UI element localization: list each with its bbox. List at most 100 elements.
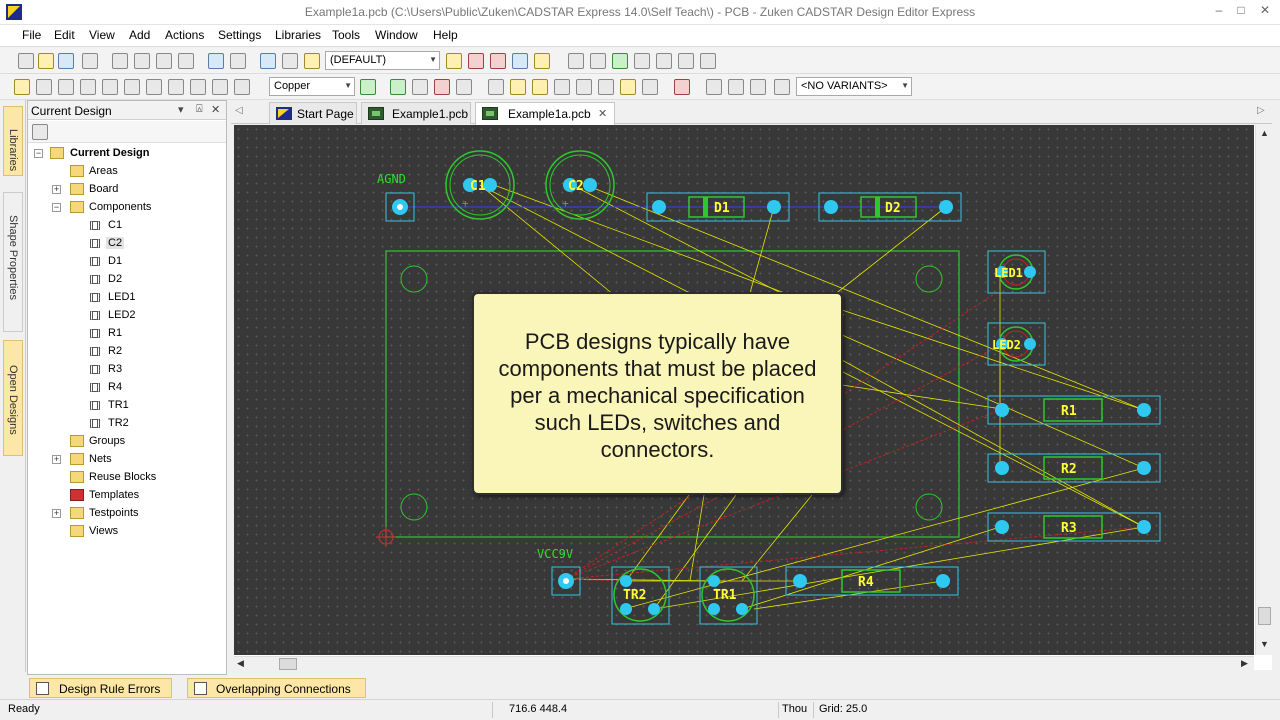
cut-icon[interactable] <box>112 53 128 69</box>
add-via-icon[interactable] <box>456 79 472 95</box>
delete-icon[interactable] <box>178 53 194 69</box>
corner-icon[interactable] <box>146 79 162 95</box>
tab-shape-properties[interactable]: Shape Properties <box>3 192 23 332</box>
add-pad-icon[interactable] <box>434 79 450 95</box>
collapse-icon[interactable]: − <box>34 149 43 158</box>
add-shape-icon[interactable] <box>390 79 406 95</box>
add-connection-icon[interactable] <box>554 79 570 95</box>
collapse-icon[interactable]: − <box>52 203 61 212</box>
vertical-scroll-thumb[interactable] <box>1258 607 1271 625</box>
tab-example1a[interactable]: Example1a.pcb ✕ <box>475 102 615 125</box>
horizontal-scroll-thumb[interactable] <box>279 658 297 670</box>
layers-icon[interactable] <box>446 53 462 69</box>
copper-icon[interactable] <box>360 79 376 95</box>
tab-libraries[interactable]: Libraries <box>3 106 23 176</box>
add-route-icon[interactable] <box>576 79 592 95</box>
scroll-down-icon[interactable]: ▼ <box>1260 639 1269 649</box>
mounting-hole <box>915 265 943 293</box>
align-icon[interactable] <box>168 79 184 95</box>
menu-view[interactable]: View <box>89 28 115 42</box>
tab-close-icon[interactable]: ✕ <box>598 107 607 120</box>
scroll-right-icon[interactable]: ▶ <box>1241 658 1248 669</box>
properties-icon[interactable] <box>32 124 48 140</box>
select-circle-icon[interactable] <box>58 79 74 95</box>
zoom-in-icon[interactable] <box>656 53 672 69</box>
save-icon[interactable] <box>58 53 74 69</box>
undo-icon[interactable] <box>208 53 224 69</box>
paste-icon[interactable] <box>156 53 172 69</box>
variant-manage-icon[interactable] <box>774 79 790 95</box>
refresh-icon[interactable] <box>612 53 628 69</box>
zoom-out-icon[interactable] <box>678 53 694 69</box>
tab-overlapping-connections[interactable]: Overlapping Connections <box>187 678 366 698</box>
zoom-previous-icon[interactable] <box>700 53 716 69</box>
menu-help[interactable]: Help <box>433 28 458 42</box>
pcb-canvas[interactable]: AGND C1 + C2 + D1 D2 LED1 LED2 R1 R2 R3 … <box>234 125 1254 655</box>
tab-scroll-left-icon[interactable]: ◁ <box>235 105 243 116</box>
nudge-icon[interactable] <box>212 79 228 95</box>
menu-libraries[interactable]: Libraries <box>275 28 321 42</box>
tab-scroll-right-icon[interactable]: ▷ <box>1257 105 1265 116</box>
panel-pin-button[interactable]: ⍓ <box>196 103 203 116</box>
group-icon[interactable] <box>190 79 206 95</box>
copy-icon[interactable] <box>134 53 150 69</box>
smiley-icon[interactable] <box>304 53 320 69</box>
menu-window[interactable]: Window <box>375 28 418 42</box>
fit-view-icon[interactable] <box>568 53 584 69</box>
add-testpoint-icon[interactable] <box>642 79 658 95</box>
scroll-up-icon[interactable]: ▲ <box>1260 128 1269 138</box>
table-icon[interactable] <box>282 53 298 69</box>
view-combo[interactable]: (DEFAULT) ▼ <box>325 51 440 70</box>
vertical-scrollbar[interactable]: ▲ ▼ <box>1255 125 1272 655</box>
new-icon[interactable] <box>18 53 34 69</box>
add-template-icon[interactable] <box>620 79 636 95</box>
tab-open-designs[interactable]: Open Designs <box>3 340 23 456</box>
add-area-icon[interactable] <box>532 79 548 95</box>
route-icon[interactable] <box>534 53 550 69</box>
scroll-left-icon[interactable]: ◀ <box>237 658 244 669</box>
layer-combo[interactable]: Copper ▼ <box>269 77 355 96</box>
maximize-button[interactable]: □ <box>1230 3 1252 21</box>
print-icon[interactable] <box>82 53 98 69</box>
add-text-icon[interactable] <box>488 79 504 95</box>
menu-tools[interactable]: Tools <box>332 28 360 42</box>
menu-actions[interactable]: Actions <box>165 28 204 42</box>
move-icon[interactable] <box>80 79 96 95</box>
panel-close-button[interactable]: ✕ <box>211 103 220 116</box>
mirror-icon[interactable] <box>124 79 140 95</box>
zoom-area-icon[interactable] <box>634 53 650 69</box>
close-window-button[interactable]: ✕ <box>1254 3 1276 21</box>
info-icon[interactable] <box>260 53 276 69</box>
add-circle-icon[interactable] <box>412 79 428 95</box>
redo-icon[interactable] <box>230 53 246 69</box>
menu-file[interactable]: File <box>22 28 41 42</box>
variant-remove-icon[interactable] <box>728 79 744 95</box>
expand-icon[interactable]: + <box>52 455 61 464</box>
drc-icon[interactable] <box>490 53 506 69</box>
panel-menu-button[interactable]: ▾ <box>178 103 184 116</box>
expand-icon[interactable]: + <box>52 509 61 518</box>
menu-edit[interactable]: Edit <box>54 28 75 42</box>
tab-example1[interactable]: Example1.pcb <box>361 102 471 124</box>
expand-icon[interactable]: + <box>52 185 61 194</box>
highlight-icon[interactable] <box>468 53 484 69</box>
select-arrow-icon[interactable] <box>14 79 30 95</box>
variant-icon[interactable] <box>674 79 690 95</box>
horizontal-scrollbar[interactable]: ◀ ▶ <box>234 656 1254 670</box>
open-icon[interactable] <box>38 53 54 69</box>
minimize-button[interactable]: – <box>1208 3 1230 21</box>
variants-combo[interactable]: <NO VARIANTS> ▼ <box>796 77 912 96</box>
variant-add-icon[interactable] <box>706 79 722 95</box>
variant-swap-icon[interactable] <box>750 79 766 95</box>
add-label-icon[interactable] <box>510 79 526 95</box>
zoom-extents-icon[interactable] <box>590 53 606 69</box>
tab-start-page[interactable]: Start Page <box>269 102 357 124</box>
select-poly-icon[interactable] <box>36 79 52 95</box>
component-icon[interactable] <box>512 53 528 69</box>
tab-design-rule-errors[interactable]: Design Rule Errors <box>29 678 172 698</box>
menu-settings[interactable]: Settings <box>218 28 261 42</box>
menu-add[interactable]: Add <box>129 28 150 42</box>
check-icon[interactable] <box>234 79 250 95</box>
add-dimension-icon[interactable] <box>598 79 614 95</box>
rotate-icon[interactable] <box>102 79 118 95</box>
